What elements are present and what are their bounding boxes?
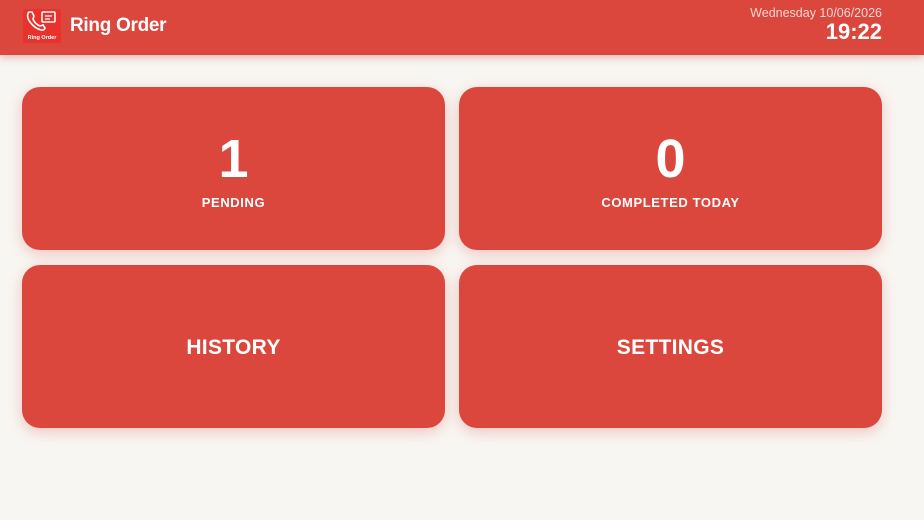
pending-orders-card[interactable]: 1 PENDING (22, 87, 445, 250)
completed-today-card[interactable]: 0 COMPLETED TODAY (459, 87, 882, 250)
current-time: 19:22 (825, 19, 882, 44)
settings-button[interactable]: SETTINGS (459, 265, 882, 428)
app-header: Ring Order Ring Order Wednesday 10/06/20… (0, 0, 924, 55)
logo-text: Ring Order (27, 35, 57, 41)
history-label: HISTORY (186, 336, 281, 359)
pending-count: 1 (218, 129, 249, 189)
settings-label: SETTINGS (616, 336, 725, 359)
phone-order-icon (26, 11, 56, 31)
current-date: Wednesday 10/06/2026 (750, 6, 882, 20)
app-logo: Ring Order (23, 9, 61, 43)
history-button[interactable]: HISTORY (22, 265, 445, 428)
completed-count: 0 (655, 129, 686, 189)
completed-label: COMPLETED TODAY (601, 195, 740, 210)
app-title: Ring Order (70, 15, 167, 36)
pending-label: PENDING (201, 195, 266, 210)
